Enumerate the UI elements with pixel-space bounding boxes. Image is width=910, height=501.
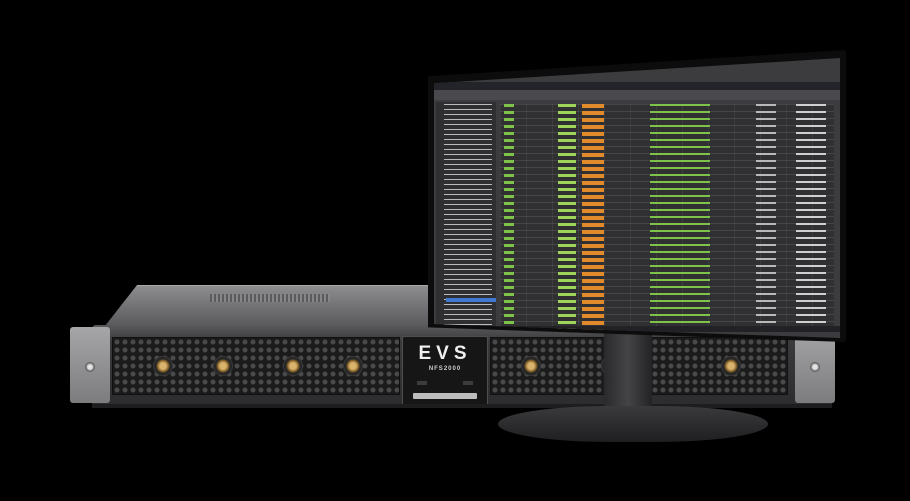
model-label: NFS2000 — [428, 366, 462, 372]
indicator-column — [796, 104, 826, 330]
monitor-stand-neck — [604, 332, 652, 414]
status-led — [417, 381, 427, 385]
signal-column-green-2 — [650, 104, 710, 330]
status-column-green — [504, 104, 514, 330]
status-led — [463, 381, 473, 385]
product-photo: EVS NFS2000 — [0, 0, 910, 501]
screw-icon — [810, 362, 820, 372]
rack-top-cover — [105, 285, 468, 326]
monitor-stand-base — [498, 406, 768, 442]
fan-icon — [521, 356, 541, 376]
fan-icon — [213, 356, 233, 376]
label-strip — [413, 393, 477, 399]
rack-top-vent — [210, 294, 330, 302]
fan-icon — [153, 356, 173, 376]
fan-icon — [343, 356, 363, 376]
fan-icon — [283, 356, 303, 376]
signal-column-orange — [582, 104, 604, 330]
front-control-panel: EVS NFS2000 — [402, 336, 488, 406]
app-titlebar — [434, 82, 840, 90]
screw-icon — [85, 362, 95, 372]
brand-logo: EVS — [418, 343, 472, 364]
fan-icon — [721, 356, 741, 376]
routing-grid — [500, 104, 834, 330]
fan-grille-left — [112, 337, 400, 395]
app-toolbar — [434, 90, 840, 100]
tree-selected-row — [446, 298, 496, 302]
monitor-screen — [434, 58, 840, 338]
rack-bottom-edge — [92, 404, 832, 408]
value-column — [756, 104, 776, 330]
rack-ear-left — [70, 327, 110, 403]
signal-column-green — [558, 104, 576, 330]
device-tree-panel — [436, 102, 496, 326]
